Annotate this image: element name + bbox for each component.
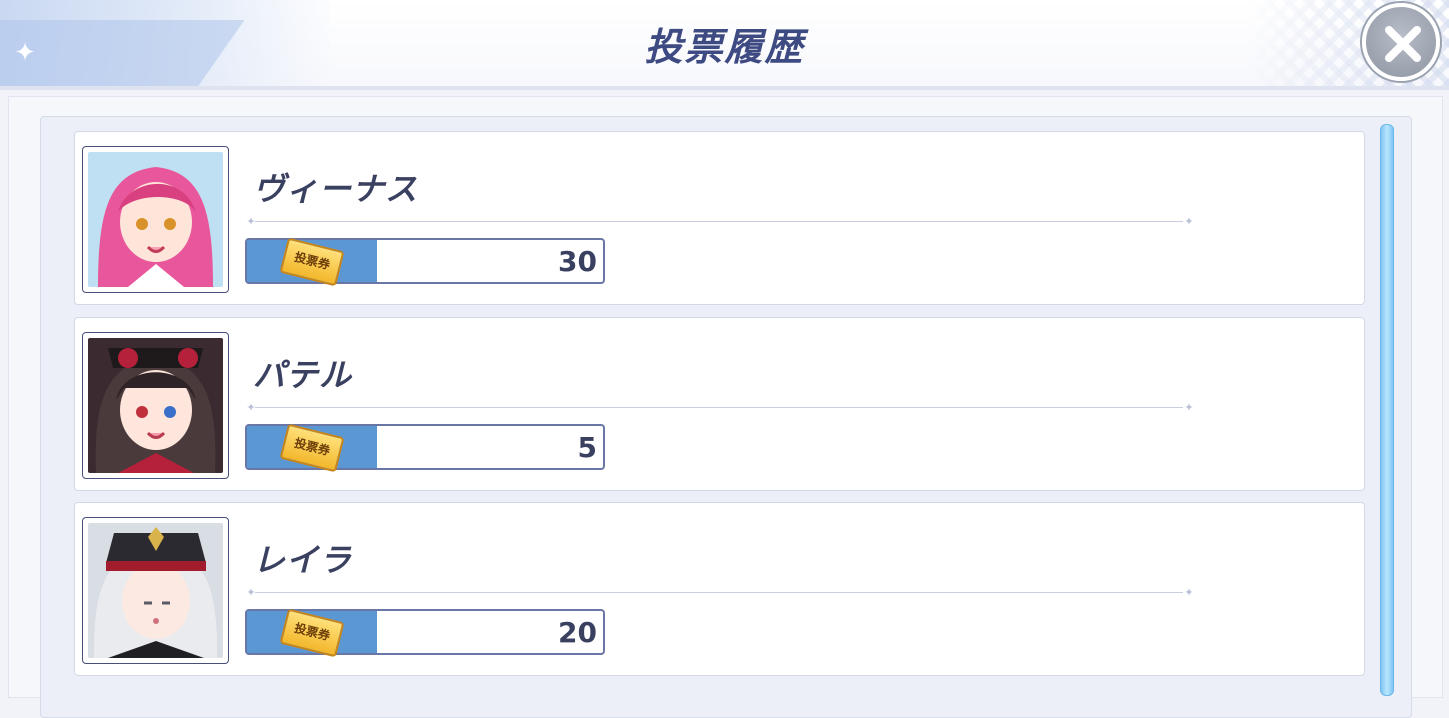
avatar bbox=[88, 338, 223, 473]
divider: ✦ ✦ bbox=[246, 401, 1194, 414]
divider: ✦ ✦ bbox=[246, 215, 1194, 228]
vote-count-bar: 投票券 30 bbox=[245, 237, 605, 287]
vote-count: 30 bbox=[558, 245, 597, 278]
page-title: 投票履歴 bbox=[644, 25, 805, 69]
vote-history-item: ヴィーナス ✦ ✦ 投票券 30 bbox=[74, 131, 1365, 305]
character-name: レイラ bbox=[253, 541, 353, 579]
avatar bbox=[88, 152, 223, 287]
avatar bbox=[88, 523, 223, 658]
vote-history-item: パテル ✦ ✦ 投票券 5 bbox=[74, 317, 1365, 491]
avatar-frame bbox=[82, 332, 229, 479]
scrollbar[interactable] bbox=[1380, 124, 1394, 696]
vote-count: 20 bbox=[558, 616, 597, 649]
divider: ✦ ✦ bbox=[246, 586, 1194, 599]
avatar-frame bbox=[82, 146, 229, 293]
vote-history-item: レイラ ✦ ✦ 投票券 20 bbox=[74, 502, 1365, 676]
character-name: パテル bbox=[253, 356, 353, 394]
avatar-frame bbox=[82, 517, 229, 664]
vote-count: 5 bbox=[577, 431, 597, 464]
close-icon bbox=[1385, 26, 1421, 62]
vote-count-bar: 投票券 5 bbox=[245, 423, 605, 473]
close-button[interactable] bbox=[1362, 3, 1440, 81]
character-name: ヴィーナス bbox=[253, 170, 419, 208]
vote-count-bar: 投票券 20 bbox=[245, 608, 605, 658]
header-bar: ✦ 投票履歴 bbox=[0, 0, 1449, 90]
